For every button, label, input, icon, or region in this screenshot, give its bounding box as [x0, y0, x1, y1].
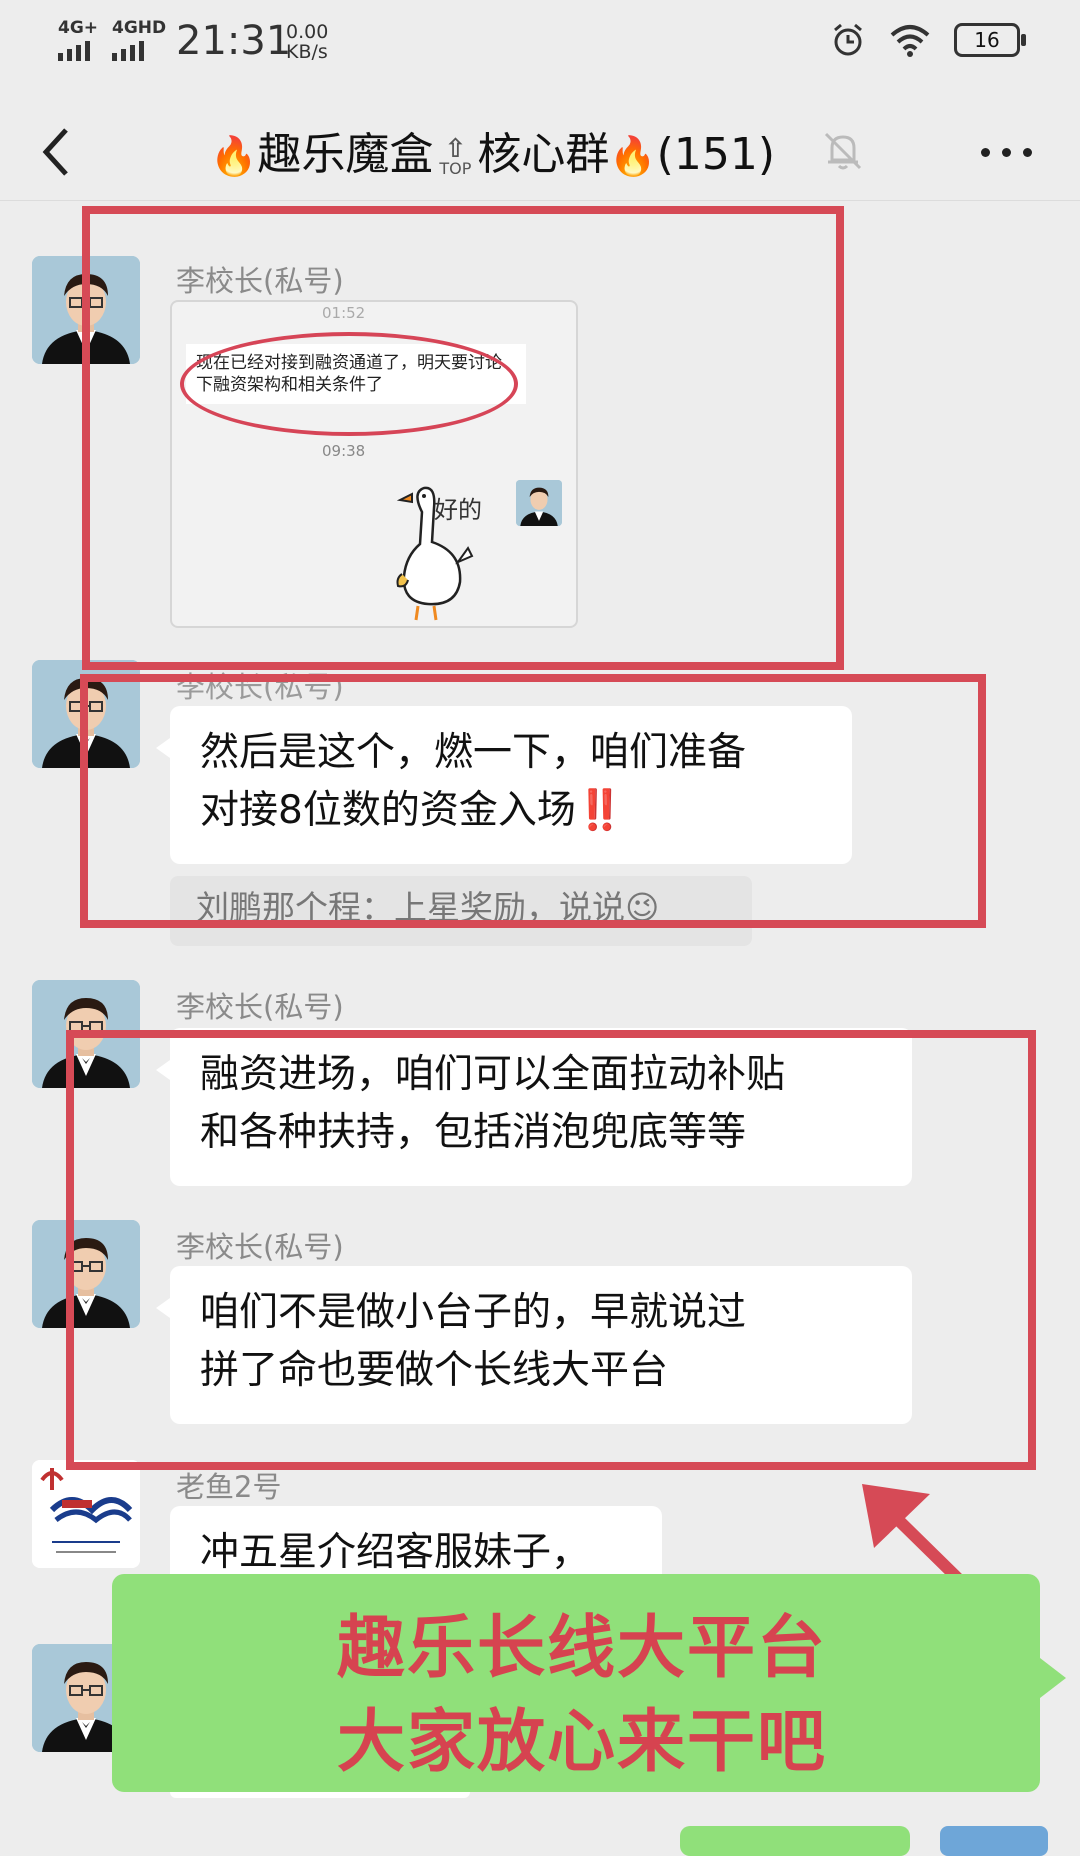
chat-title: 🔥趣乐魔盒 ⇧ TOP 核心群🔥(151) [210, 118, 775, 182]
promo-banner: 趣乐长线大平台 大家放心来干吧 [112, 1574, 1066, 1792]
dot-icon [1023, 148, 1032, 157]
battery-icon: 16 [954, 23, 1026, 57]
network-speed-value: 0.00 [286, 21, 329, 43]
status-time: 21:31 [176, 18, 292, 64]
status-icons: 16 [830, 22, 1026, 58]
sender-name: 李校长(私号) [176, 990, 344, 1024]
network-type-1: 4G+ [58, 18, 99, 38]
highlight-box [82, 206, 844, 670]
fire-icon: 🔥 [609, 134, 657, 178]
banner-line: 大家放心来干吧 [337, 1703, 828, 1782]
sender-name: 老鱼2号 [176, 1470, 282, 1504]
avatar[interactable] [32, 1460, 140, 1568]
dot-icon [1002, 148, 1011, 157]
group-name-prefix: 趣乐魔盒 [257, 129, 434, 180]
battery-level: 16 [974, 28, 1000, 52]
fire-icon: 🔥 [210, 134, 258, 178]
network-speed: 0.00 KB/s [286, 22, 328, 62]
signal-indicator-1: 4G+ [58, 18, 98, 61]
signal-bars-icon [58, 41, 98, 61]
top-badge-label: TOP [439, 159, 472, 178]
mute-bell-icon [824, 132, 862, 170]
alarm-icon [834, 23, 862, 56]
network-speed-unit: KB/s [286, 41, 328, 63]
message-bubble-partial [680, 1826, 910, 1856]
highlight-box [66, 1030, 1036, 1470]
banner-line: 趣乐长线大平台 [337, 1609, 828, 1688]
chat-header: 🔥趣乐魔盒 ⇧ TOP 核心群🔥(151) [0, 100, 1080, 201]
signal-bars-icon [112, 41, 166, 61]
more-options-button[interactable] [981, 148, 1032, 157]
back-arrow-icon[interactable] [34, 122, 84, 182]
dot-icon [981, 148, 990, 157]
highlight-box [80, 674, 986, 928]
avatar-partial [940, 1826, 1048, 1856]
network-type-2: 4GHD [112, 18, 167, 38]
group-logo-icon [32, 1460, 140, 1568]
member-count: (151) [656, 129, 775, 180]
status-bar: 4G+ 4GHD 21:31 0.00 KB/s 16 [0, 0, 1080, 90]
wifi-icon [890, 25, 930, 57]
top-badge: ⇧ TOP [439, 134, 472, 178]
signal-indicator-2: 4GHD [112, 18, 166, 61]
group-name-suffix: 核心群 [477, 129, 610, 180]
up-arrow-icon: ⇧ [444, 134, 467, 164]
